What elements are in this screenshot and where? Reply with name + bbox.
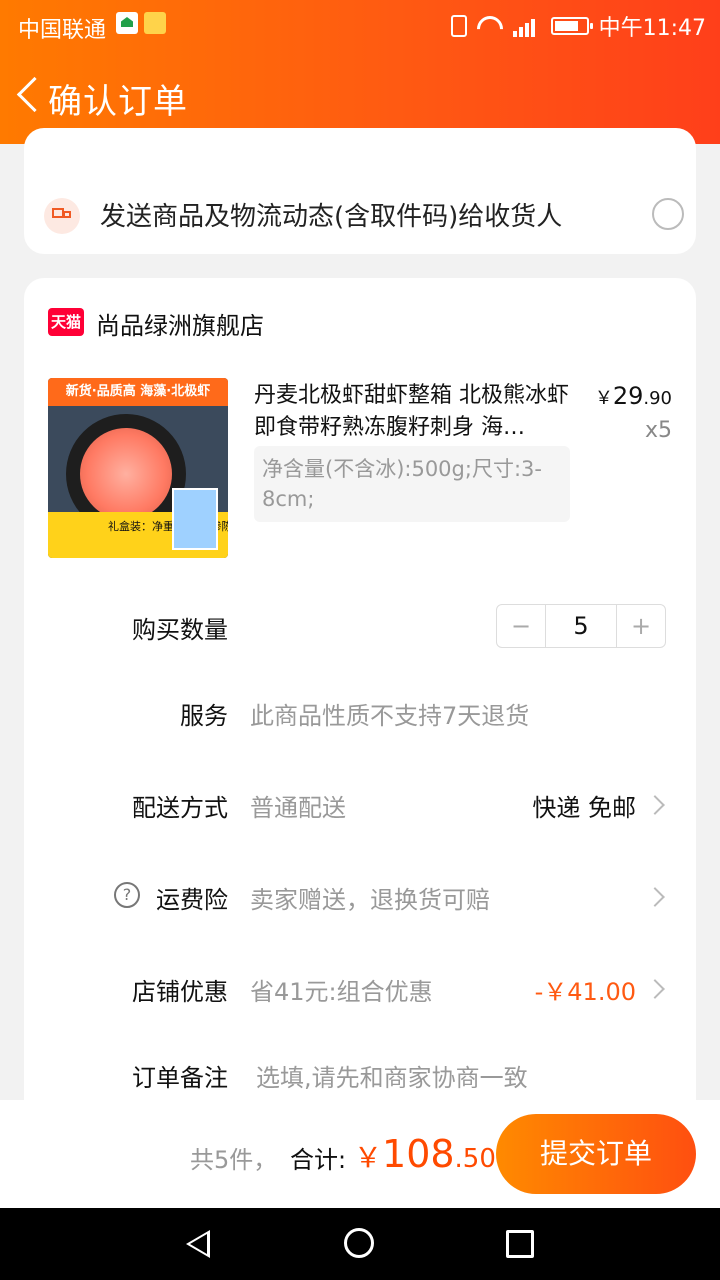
total-amount: ￥108.50 bbox=[354, 1132, 496, 1176]
notify-row[interactable]: 发送商品及物流动态(含取件码)给收货人 bbox=[44, 196, 684, 236]
item-count: 共5件， bbox=[190, 1146, 278, 1174]
insurance-value: 卖家赠送，退换货可赔 bbox=[250, 886, 490, 914]
status-bar: 中国联通 中午11:47 bbox=[0, 0, 720, 50]
android-nav-bar bbox=[0, 1208, 720, 1280]
quantity-value[interactable]: 5 bbox=[545, 605, 617, 647]
note-input[interactable]: 选填,请先和商家协商一致 bbox=[256, 1058, 528, 1093]
discount-row[interactable]: 店铺优惠 省41元:组合优惠 -￥41.00 bbox=[24, 958, 696, 1018]
order-card: 天猫 尚品绿洲旗舰店 新货·品质高 海藻·北极虾 礼盒装：净重五斤 不掺陈虾 丹… bbox=[24, 278, 696, 1178]
chevron-right-icon bbox=[645, 979, 665, 999]
product-image-banner: 新货·品质高 海藻·北极虾 bbox=[48, 378, 228, 406]
battery-icon bbox=[550, 17, 593, 35]
note-row: 订单备注 选填,请先和商家协商一致 bbox=[24, 1044, 696, 1104]
delivery-row[interactable]: 配送方式 普通配送 快递 免邮 bbox=[24, 774, 696, 834]
page-title: 确认订单 bbox=[48, 82, 188, 122]
decrement-button[interactable]: − bbox=[497, 605, 546, 647]
quantity-row: 购买数量 − 5 + bbox=[24, 596, 696, 656]
delivery-label: 配送方式 bbox=[132, 794, 228, 822]
service-value: 此商品性质不支持7天退货 bbox=[250, 702, 530, 730]
gift-box-icon bbox=[172, 488, 218, 550]
status-app-icons bbox=[116, 12, 166, 34]
delivery-value: 普通配送 bbox=[250, 794, 346, 822]
nav-recent-icon[interactable] bbox=[506, 1230, 534, 1258]
product-quantity: x5 bbox=[644, 418, 672, 443]
product-spec[interactable]: 净含量(不含冰):500g;尺寸:3-8cm; bbox=[254, 446, 570, 522]
total-label: 合计: bbox=[290, 1146, 347, 1174]
discount-amount: -￥41.00 bbox=[534, 978, 636, 1006]
product-price: ￥29.90 bbox=[594, 382, 672, 410]
service-row: 服务 此商品性质不支持7天退货 bbox=[24, 682, 696, 742]
notify-text: 发送商品及物流动态(含取件码)给收货人 bbox=[100, 202, 563, 232]
cell-signal-icon bbox=[512, 15, 541, 37]
status-right: 中午11:47 bbox=[450, 10, 706, 42]
home-app-icon bbox=[116, 12, 138, 34]
carrier-name: 中国联通 bbox=[18, 18, 107, 43]
discount-value: 省41元:组合优惠 bbox=[250, 978, 433, 1006]
increment-button[interactable]: + bbox=[616, 605, 665, 647]
service-label: 服务 bbox=[180, 702, 228, 730]
delivery-option: 快递 免邮 bbox=[532, 794, 636, 822]
nav-back-icon[interactable] bbox=[186, 1230, 210, 1258]
notify-radio[interactable] bbox=[652, 198, 684, 230]
submit-order-button[interactable]: 提交订单 bbox=[496, 1114, 696, 1194]
checkout-bar: 共5件， 合计: ￥108.50 提交订单 bbox=[0, 1100, 720, 1208]
product-title[interactable]: 丹麦北极虾甜虾整箱 北极熊冰虾即食带籽熟冻腹籽刺身 海… bbox=[254, 380, 574, 444]
wifi-icon bbox=[477, 16, 503, 36]
insurance-label: 运费险 bbox=[156, 886, 228, 914]
back-button[interactable] bbox=[12, 76, 46, 116]
product-image[interactable]: 新货·品质高 海藻·北极虾 礼盒装：净重五斤 不掺陈虾 bbox=[48, 378, 228, 558]
quantity-stepper: − 5 + bbox=[496, 604, 666, 648]
truck-icon bbox=[44, 198, 80, 234]
quantity-label: 购买数量 bbox=[132, 616, 228, 644]
discount-label: 店铺优惠 bbox=[132, 978, 228, 1006]
nav-home-icon[interactable] bbox=[344, 1228, 374, 1258]
note-label: 订单备注 bbox=[132, 1064, 228, 1092]
insurance-row[interactable]: ? 运费险 卖家赠送，退换货可赔 bbox=[24, 866, 696, 926]
shop-name: 尚品绿洲旗舰店 bbox=[96, 312, 264, 340]
notify-card: 发送商品及物流动态(含取件码)给收货人 bbox=[24, 128, 696, 254]
chevron-right-icon bbox=[645, 887, 665, 907]
tmall-badge-icon: 天猫 bbox=[48, 308, 84, 336]
clock: 中午11:47 bbox=[598, 16, 706, 41]
chevron-right-icon bbox=[645, 795, 665, 815]
help-icon[interactable]: ? bbox=[114, 882, 140, 908]
vibrate-icon bbox=[450, 15, 467, 37]
game-app-icon bbox=[144, 12, 166, 34]
